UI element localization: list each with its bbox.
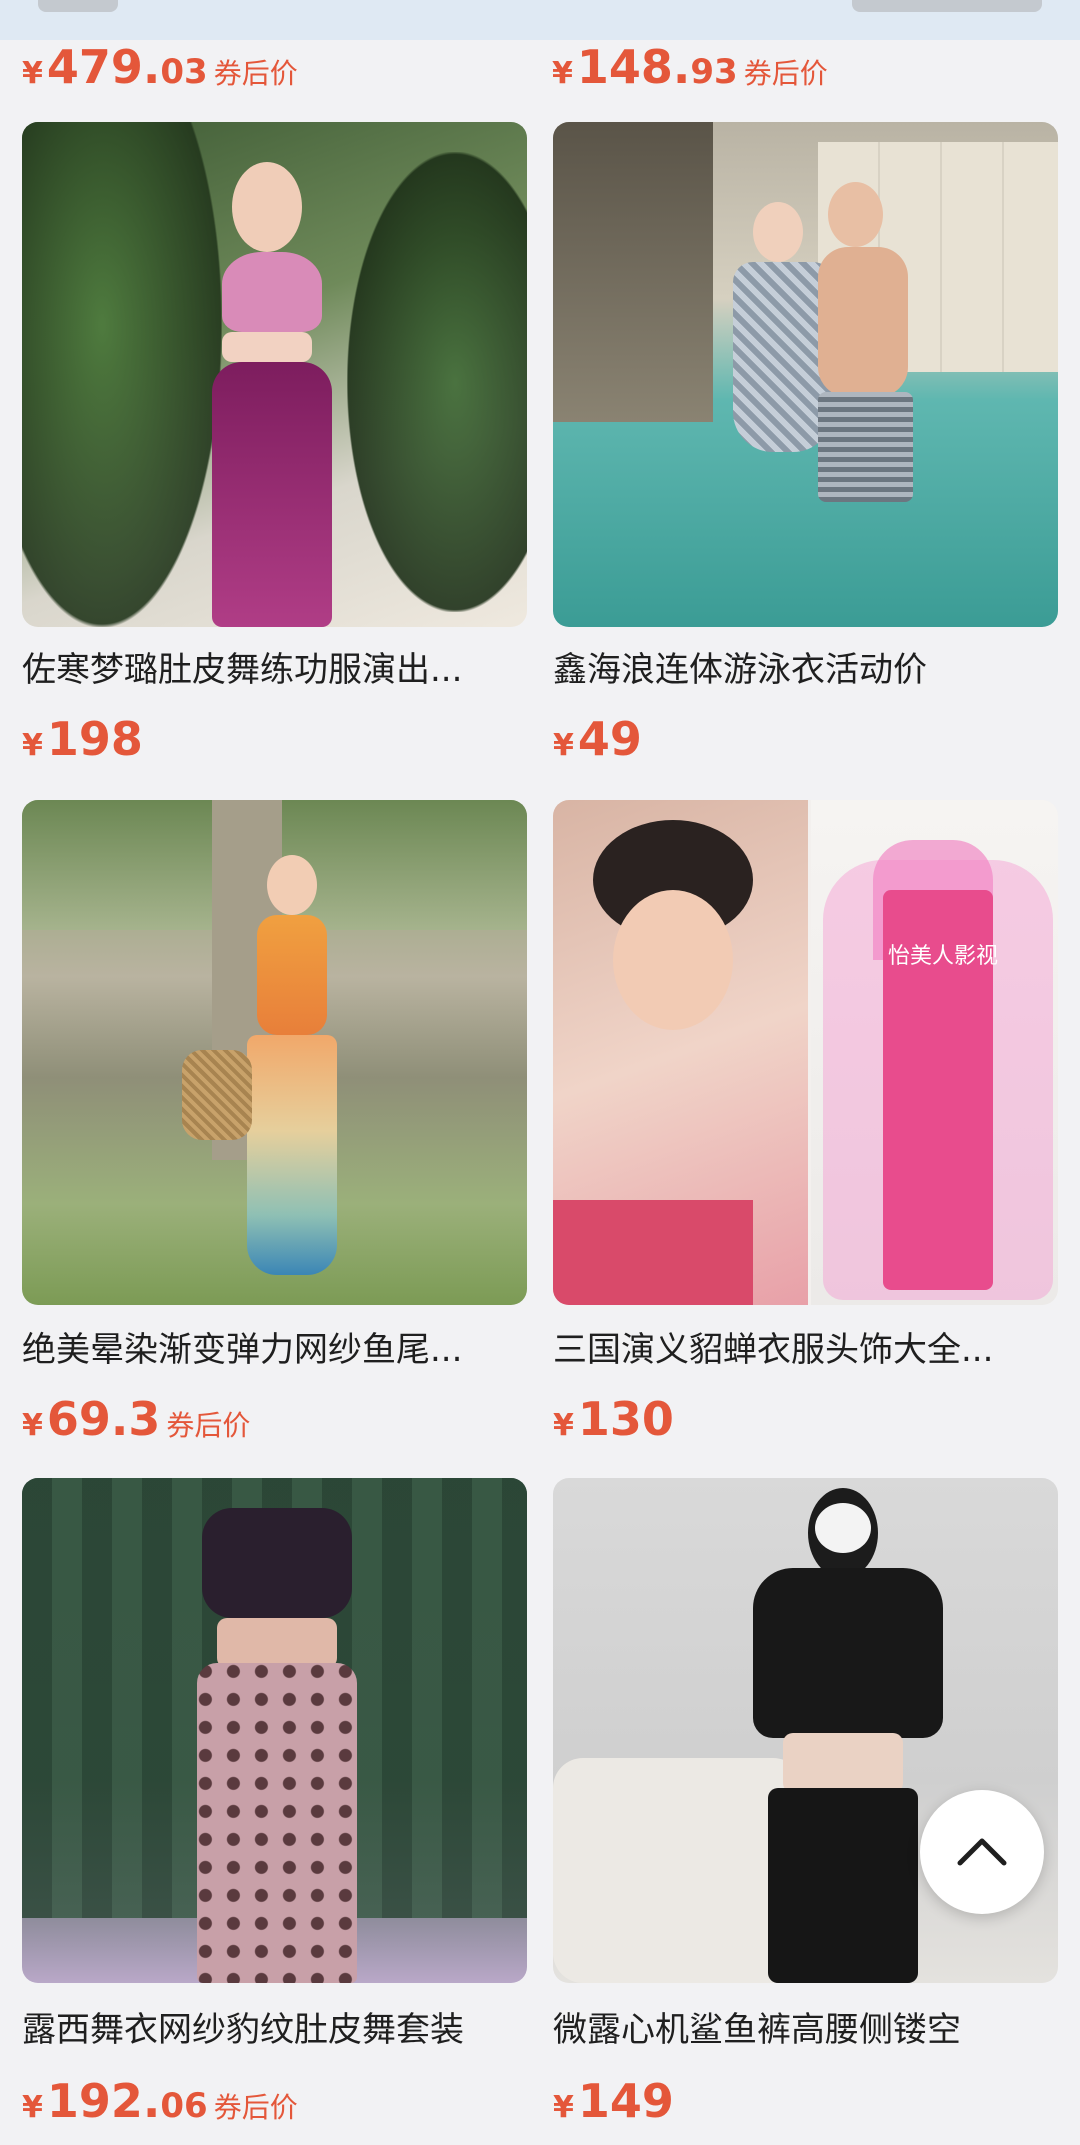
- product-price-3: ¥69.3 券后价: [22, 1392, 251, 1446]
- back-to-top-button[interactable]: [920, 1790, 1044, 1914]
- product-title-1[interactable]: 佐寒梦璐肚皮舞练功服演出...: [22, 648, 532, 692]
- product-title-6[interactable]: 微露心机鲨鱼裤高腰侧镂空: [553, 2008, 1063, 2052]
- chevron-up-icon: [957, 1838, 1007, 1866]
- product-title-2[interactable]: 鑫海浪连体游泳衣活动价: [553, 648, 1063, 692]
- product-price-6: ¥149: [553, 2074, 674, 2128]
- product-title-5[interactable]: 露西舞衣网纱豹纹肚皮舞套装: [22, 2008, 532, 2052]
- product-price-1: ¥198: [22, 712, 143, 766]
- product-image-costume-gown[interactable]: 怡美人影视: [553, 800, 1058, 1305]
- product-price-5: ¥192.06 券后价: [22, 2074, 298, 2128]
- image-watermark: 怡美人影视: [888, 944, 999, 969]
- product-image-sequin-outfit[interactable]: [22, 122, 527, 627]
- product-image-couple-swimwear[interactable]: [553, 122, 1058, 627]
- product-image-gradient-dress[interactable]: [22, 800, 527, 1305]
- product-title-4[interactable]: 三国演义貂蝉衣服头饰大全...: [553, 1328, 1063, 1372]
- product-price-2: ¥49: [553, 712, 642, 766]
- product-price-4: ¥130: [553, 1392, 674, 1446]
- top-tab-right[interactable]: [852, 0, 1042, 12]
- top-bar-strip: [0, 0, 1080, 40]
- product-title-3[interactable]: 绝美晕染渐变弹力网纱鱼尾...: [22, 1328, 532, 1372]
- price-top-right: ¥148.93 券后价: [552, 40, 828, 94]
- price-top-left: ¥479.03 券后价: [22, 40, 298, 94]
- top-tab-left[interactable]: [38, 0, 118, 12]
- product-image-leopard-dance-set[interactable]: [22, 1478, 527, 1983]
